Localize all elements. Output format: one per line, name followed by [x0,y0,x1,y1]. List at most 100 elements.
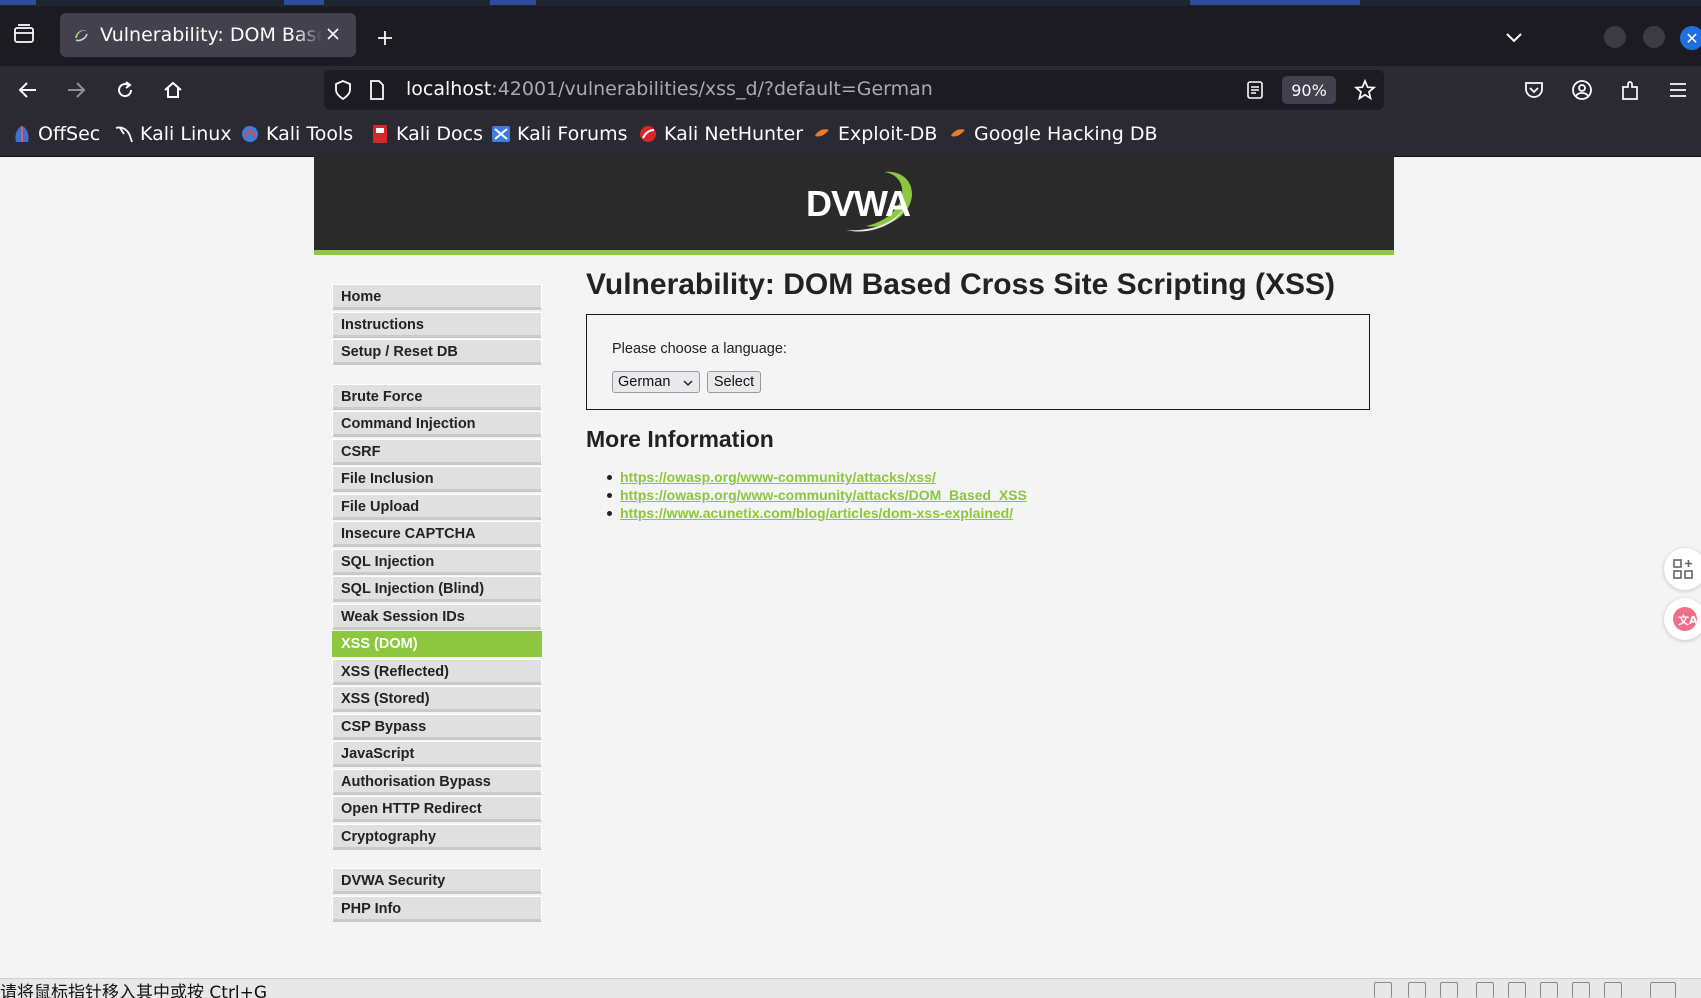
select-button[interactable]: Select [707,371,761,393]
minimize-button[interactable] [1604,26,1626,48]
nethunter-icon [638,124,658,144]
acunetix-dom-xss-link[interactable]: https://www.acunetix.com/blog/articles/d… [620,505,1013,521]
arrow-right-icon [68,82,86,98]
menu-item-open-http-redirect[interactable]: Open HTTP Redirect [332,796,542,822]
bookmarks-toolbar: OffSec Kali Linux Kali Tools Kali Docs K… [0,114,1701,157]
menu-item-xss-dom[interactable]: XSS (DOM) [332,631,542,657]
owasp-xss-link[interactable]: https://owasp.org/www-community/attacks/… [620,469,936,485]
bookmark-exploit-db[interactable]: Exploit-DB [812,123,937,145]
more-information-heading: More Information [586,426,774,452]
kali-tools-icon [240,124,260,144]
translate-icon: 文A [1673,607,1698,631]
menu-item-file-inclusion[interactable]: File Inclusion [332,466,542,492]
menu-item-sql-injection-blind[interactable]: SQL Injection (Blind) [332,576,542,602]
language-select[interactable]: German [612,371,700,393]
bookmark-star-icon[interactable] [1354,79,1376,101]
tray-icon[interactable] [1508,982,1526,998]
bookmark-kali-docs[interactable]: Kali Docs [370,123,483,145]
menu-item-instructions[interactable]: Instructions [332,312,542,338]
translate-widget-button[interactable]: 文A [1664,598,1701,640]
dvwa-page: DVWA Home Instructions Setup / Reset DB … [314,156,1394,978]
menu-item-csp-bypass[interactable]: CSP Bypass [332,714,542,740]
page-title: Vulnerability: DOM Based Cross Site Scri… [586,268,1336,301]
url-text[interactable]: localhost:42001/vulnerabilities/xss_d/?d… [406,78,933,100]
shield-icon[interactable] [332,79,354,101]
zoom-level-badge[interactable]: 90% [1282,76,1336,104]
list-all-tabs-button[interactable] [1500,24,1528,52]
kali-docs-icon [370,124,390,144]
menu-item-php-info[interactable]: PHP Info [332,896,542,922]
tab-active[interactable]: Vulnerability: DOM Based Cross Site Scri… [60,13,356,57]
pocket-icon [1525,82,1543,98]
list-item: https://owasp.org/www-community/attacks/… [607,468,1027,486]
bookmark-kali-tools[interactable]: Kali Tools [240,123,353,145]
menu-item-file-upload[interactable]: File Upload [332,494,542,520]
tab-close-icon[interactable] [322,23,344,45]
language-select-value: German [618,374,671,390]
back-button[interactable] [12,74,44,106]
bookmark-label: Kali NetHunter [664,123,804,145]
menu-item-dvwa-security[interactable]: DVWA Security [332,868,542,894]
tray-icon[interactable] [1540,982,1558,998]
site-header: DVWA [314,156,1394,255]
reader-view-icon[interactable] [1244,79,1266,101]
window-close-button[interactable]: ✕ [1680,26,1701,50]
plus-icon [378,31,392,45]
show-desktop-icon[interactable] [1650,982,1676,998]
menu-item-sql-injection[interactable]: SQL Injection [332,549,542,575]
new-tab-button[interactable] [371,24,399,52]
network-icon[interactable] [1476,982,1494,998]
qr-widget-button[interactable] [1664,548,1701,590]
bookmark-kali-forums[interactable]: Kali Forums [491,123,628,145]
os-status-bar: 请将鼠标指针移入其中或按 Ctrl+G [0,978,1701,998]
url-bar[interactable]: localhost:42001/vulnerabilities/xss_d/?d… [324,70,1384,110]
volume-icon[interactable] [1440,982,1458,998]
menu-item-authorisation-bypass[interactable]: Authorisation Bypass [332,769,542,795]
bookmark-kali-nethunter[interactable]: Kali NetHunter [638,123,803,145]
maximize-button[interactable] [1643,26,1665,48]
tray-icon[interactable] [1408,982,1426,998]
menu-item-cryptography[interactable]: Cryptography [332,824,542,850]
pocket-button[interactable] [1518,74,1550,106]
bookmark-label: OffSec [38,123,101,145]
menu-item-insecure-captcha[interactable]: Insecure CAPTCHA [332,521,542,547]
logo-text: DVWA [806,183,911,224]
menu-item-xss-stored[interactable]: XSS (Stored) [332,686,542,712]
menu-item-javascript[interactable]: JavaScript [332,741,542,767]
forward-button[interactable] [60,74,92,106]
bookmark-label: Kali Forums [517,123,628,145]
menu-item-xss-reflected[interactable]: XSS (Reflected) [332,659,542,685]
menu-item-setup-reset-db[interactable]: Setup / Reset DB [332,339,542,365]
menu-item-home[interactable]: Home [332,284,542,310]
wifi-icon[interactable] [1604,982,1622,998]
tab-overview-button[interactable] [8,18,40,50]
bookmark-offsec[interactable]: OffSec [12,123,100,145]
menu-item-command-injection[interactable]: Command Injection [332,411,542,437]
menu-item-csrf[interactable]: CSRF [332,439,542,465]
account-button[interactable] [1566,74,1598,106]
bookmark-label: Kali Docs [396,123,483,145]
chevron-down-icon [682,374,694,395]
exploit-db-icon [812,124,832,144]
kali-forums-icon [491,124,511,144]
home-button[interactable] [157,74,189,106]
dvwa-favicon-icon [72,26,90,44]
owasp-dom-xss-link[interactable]: https://owasp.org/www-community/attacks/… [620,487,1027,503]
url-path: :42001/vulnerabilities/xss_d/?default=Ge… [491,78,933,100]
hamburger-menu-icon [1670,83,1686,97]
list-item: https://www.acunetix.com/blog/articles/d… [607,504,1027,522]
dvwa-logo[interactable]: DVWA [788,166,918,242]
extensions-button[interactable] [1614,74,1646,106]
tray-icon[interactable] [1374,982,1392,998]
menu-item-brute-force[interactable]: Brute Force [332,384,542,410]
bookmark-kali-linux[interactable]: Kali Linux [114,123,232,145]
menu-item-weak-session-ids[interactable]: Weak Session IDs [332,604,542,630]
app-menu-button[interactable] [1662,74,1694,106]
page-icon[interactable] [366,79,388,101]
reload-icon [118,81,133,98]
navigation-toolbar: localhost:42001/vulnerabilities/xss_d/?d… [0,66,1701,114]
reload-button[interactable] [109,74,141,106]
tray-icon[interactable] [1572,982,1590,998]
choose-language-label: Please choose a language: [612,341,787,357]
bookmark-google-hacking-db[interactable]: Google Hacking DB [948,123,1158,145]
